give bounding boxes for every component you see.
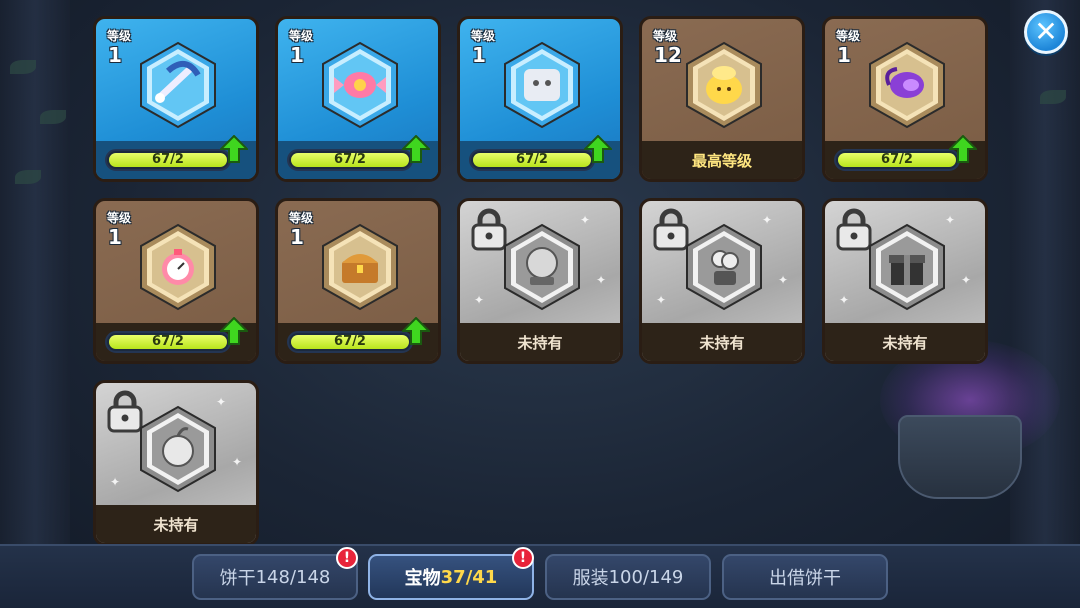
treasure-card-chest[interactable]: 等级 1 67/2 bbox=[275, 198, 441, 364]
progress-bar: 67/2 bbox=[469, 149, 595, 171]
upgrade-arrow-icon[interactable] bbox=[400, 316, 432, 345]
gift-box-icon bbox=[869, 223, 945, 311]
treasure-card-apple[interactable]: ✦ ✦ ✦ 未持有 bbox=[93, 380, 259, 546]
upgrade-arrow-icon[interactable] bbox=[218, 316, 250, 345]
upgrade-arrow-icon[interactable] bbox=[218, 134, 250, 163]
treasure-card-blue-pickaxe[interactable]: 等级 1 67/2 bbox=[93, 16, 259, 182]
progress-text: 67/2 bbox=[881, 152, 913, 167]
tab-lend-cookies[interactable]: 出借饼干 bbox=[722, 554, 888, 600]
progress-text: 67/2 bbox=[516, 152, 548, 167]
tab-count: 100/149 bbox=[608, 566, 684, 588]
upgrade-arrow-icon[interactable] bbox=[400, 134, 432, 163]
not-owned-text: 未持有 bbox=[699, 333, 745, 352]
bone-pickaxe-icon bbox=[140, 41, 216, 129]
tab-label: 宝物 bbox=[404, 568, 441, 589]
close-button[interactable]: ✕ bbox=[1024, 10, 1068, 54]
alert-badge-icon: ! bbox=[512, 547, 534, 569]
tab-label: 出借饼干 bbox=[769, 568, 841, 589]
card-footer: 未持有 bbox=[460, 323, 620, 361]
tab-costumes[interactable]: 服装 100/149 bbox=[545, 554, 711, 600]
treasure-card-stopwatch[interactable]: 等级 1 67/2 bbox=[93, 198, 259, 364]
not-owned-text: 未持有 bbox=[882, 333, 928, 352]
card-footer: 未持有 bbox=[642, 323, 802, 361]
level-label: 等级 bbox=[107, 211, 132, 225]
progress-bar: 67/2 bbox=[105, 331, 231, 353]
flower-pot-icon bbox=[686, 223, 762, 311]
purple-scroll-icon bbox=[869, 41, 945, 129]
tab-treasures[interactable]: 宝物 37/41! bbox=[368, 547, 534, 600]
level-value: 1 bbox=[837, 43, 851, 67]
alert-badge-icon: ! bbox=[336, 547, 358, 569]
progress-bar: 67/2 bbox=[287, 149, 413, 171]
tab-count: 148/148 bbox=[255, 566, 331, 588]
level-label: 等级 bbox=[107, 29, 132, 43]
card-footer: 最高等级 bbox=[642, 141, 802, 179]
progress-bar: 67/2 bbox=[834, 149, 960, 171]
upgrade-arrow-icon[interactable] bbox=[947, 134, 979, 163]
upgrade-arrow-icon[interactable] bbox=[582, 134, 614, 163]
treasure-chest-icon bbox=[322, 223, 398, 311]
treasure-card-purple-scroll[interactable]: 等级 1 67/2 bbox=[822, 16, 988, 182]
level-value: 1 bbox=[472, 43, 486, 67]
stopwatch-icon bbox=[140, 223, 216, 311]
treasure-card-gold-bun[interactable]: 等级 12 最高等级 bbox=[639, 16, 805, 182]
progress-text: 67/2 bbox=[334, 334, 366, 349]
gold-bun-icon bbox=[686, 41, 762, 129]
treasure-card-candy[interactable]: 等级 1 67/2 bbox=[275, 16, 441, 182]
progress-bar: 67/2 bbox=[105, 149, 231, 171]
level-label: 等级 bbox=[289, 29, 314, 43]
tab-cookies[interactable]: 饼干 148/148! bbox=[192, 547, 358, 600]
bottom-tab-bar: 饼干 148/148! 宝物 37/41! 服装 100/149 出借饼干 bbox=[0, 544, 1080, 608]
tab-count: 37/41 bbox=[440, 566, 498, 588]
snow-globe-icon bbox=[504, 223, 580, 311]
level-value: 12 bbox=[654, 43, 682, 67]
level-label: 等级 bbox=[471, 29, 496, 43]
level-label: 等级 bbox=[653, 29, 678, 43]
apple-icon bbox=[140, 405, 216, 493]
ghost-scroll-icon bbox=[504, 41, 580, 129]
progress-text: 67/2 bbox=[334, 152, 366, 167]
not-owned-text: 未持有 bbox=[153, 515, 199, 534]
level-label: 等级 bbox=[836, 29, 861, 43]
tab-label: 饼干 bbox=[219, 568, 256, 589]
progress-bar: 67/2 bbox=[287, 331, 413, 353]
level-value: 1 bbox=[290, 225, 304, 249]
card-footer: 未持有 bbox=[825, 323, 985, 361]
level-value: 1 bbox=[108, 43, 122, 67]
candy-icon bbox=[322, 41, 398, 129]
treasure-card-scroll[interactable]: 等级 1 67/2 bbox=[457, 16, 623, 182]
treasure-card-gift[interactable]: ✦ ✦ ✦ 未持有 bbox=[822, 198, 988, 364]
level-value: 1 bbox=[290, 43, 304, 67]
not-owned-text: 未持有 bbox=[517, 333, 563, 352]
tab-label: 服装 bbox=[572, 568, 609, 589]
treasure-card-flower[interactable]: ✦ ✦ ✦ 未持有 bbox=[639, 198, 805, 364]
level-value: 1 bbox=[108, 225, 122, 249]
max-level-text: 最高等级 bbox=[691, 151, 752, 170]
treasure-card-snowglobe[interactable]: ✦ ✦ ✦ 未持有 bbox=[457, 198, 623, 364]
level-label: 等级 bbox=[289, 211, 314, 225]
progress-text: 67/2 bbox=[152, 334, 184, 349]
card-footer: 未持有 bbox=[96, 505, 256, 543]
brazier-decoration bbox=[898, 415, 1022, 499]
progress-text: 67/2 bbox=[152, 152, 184, 167]
